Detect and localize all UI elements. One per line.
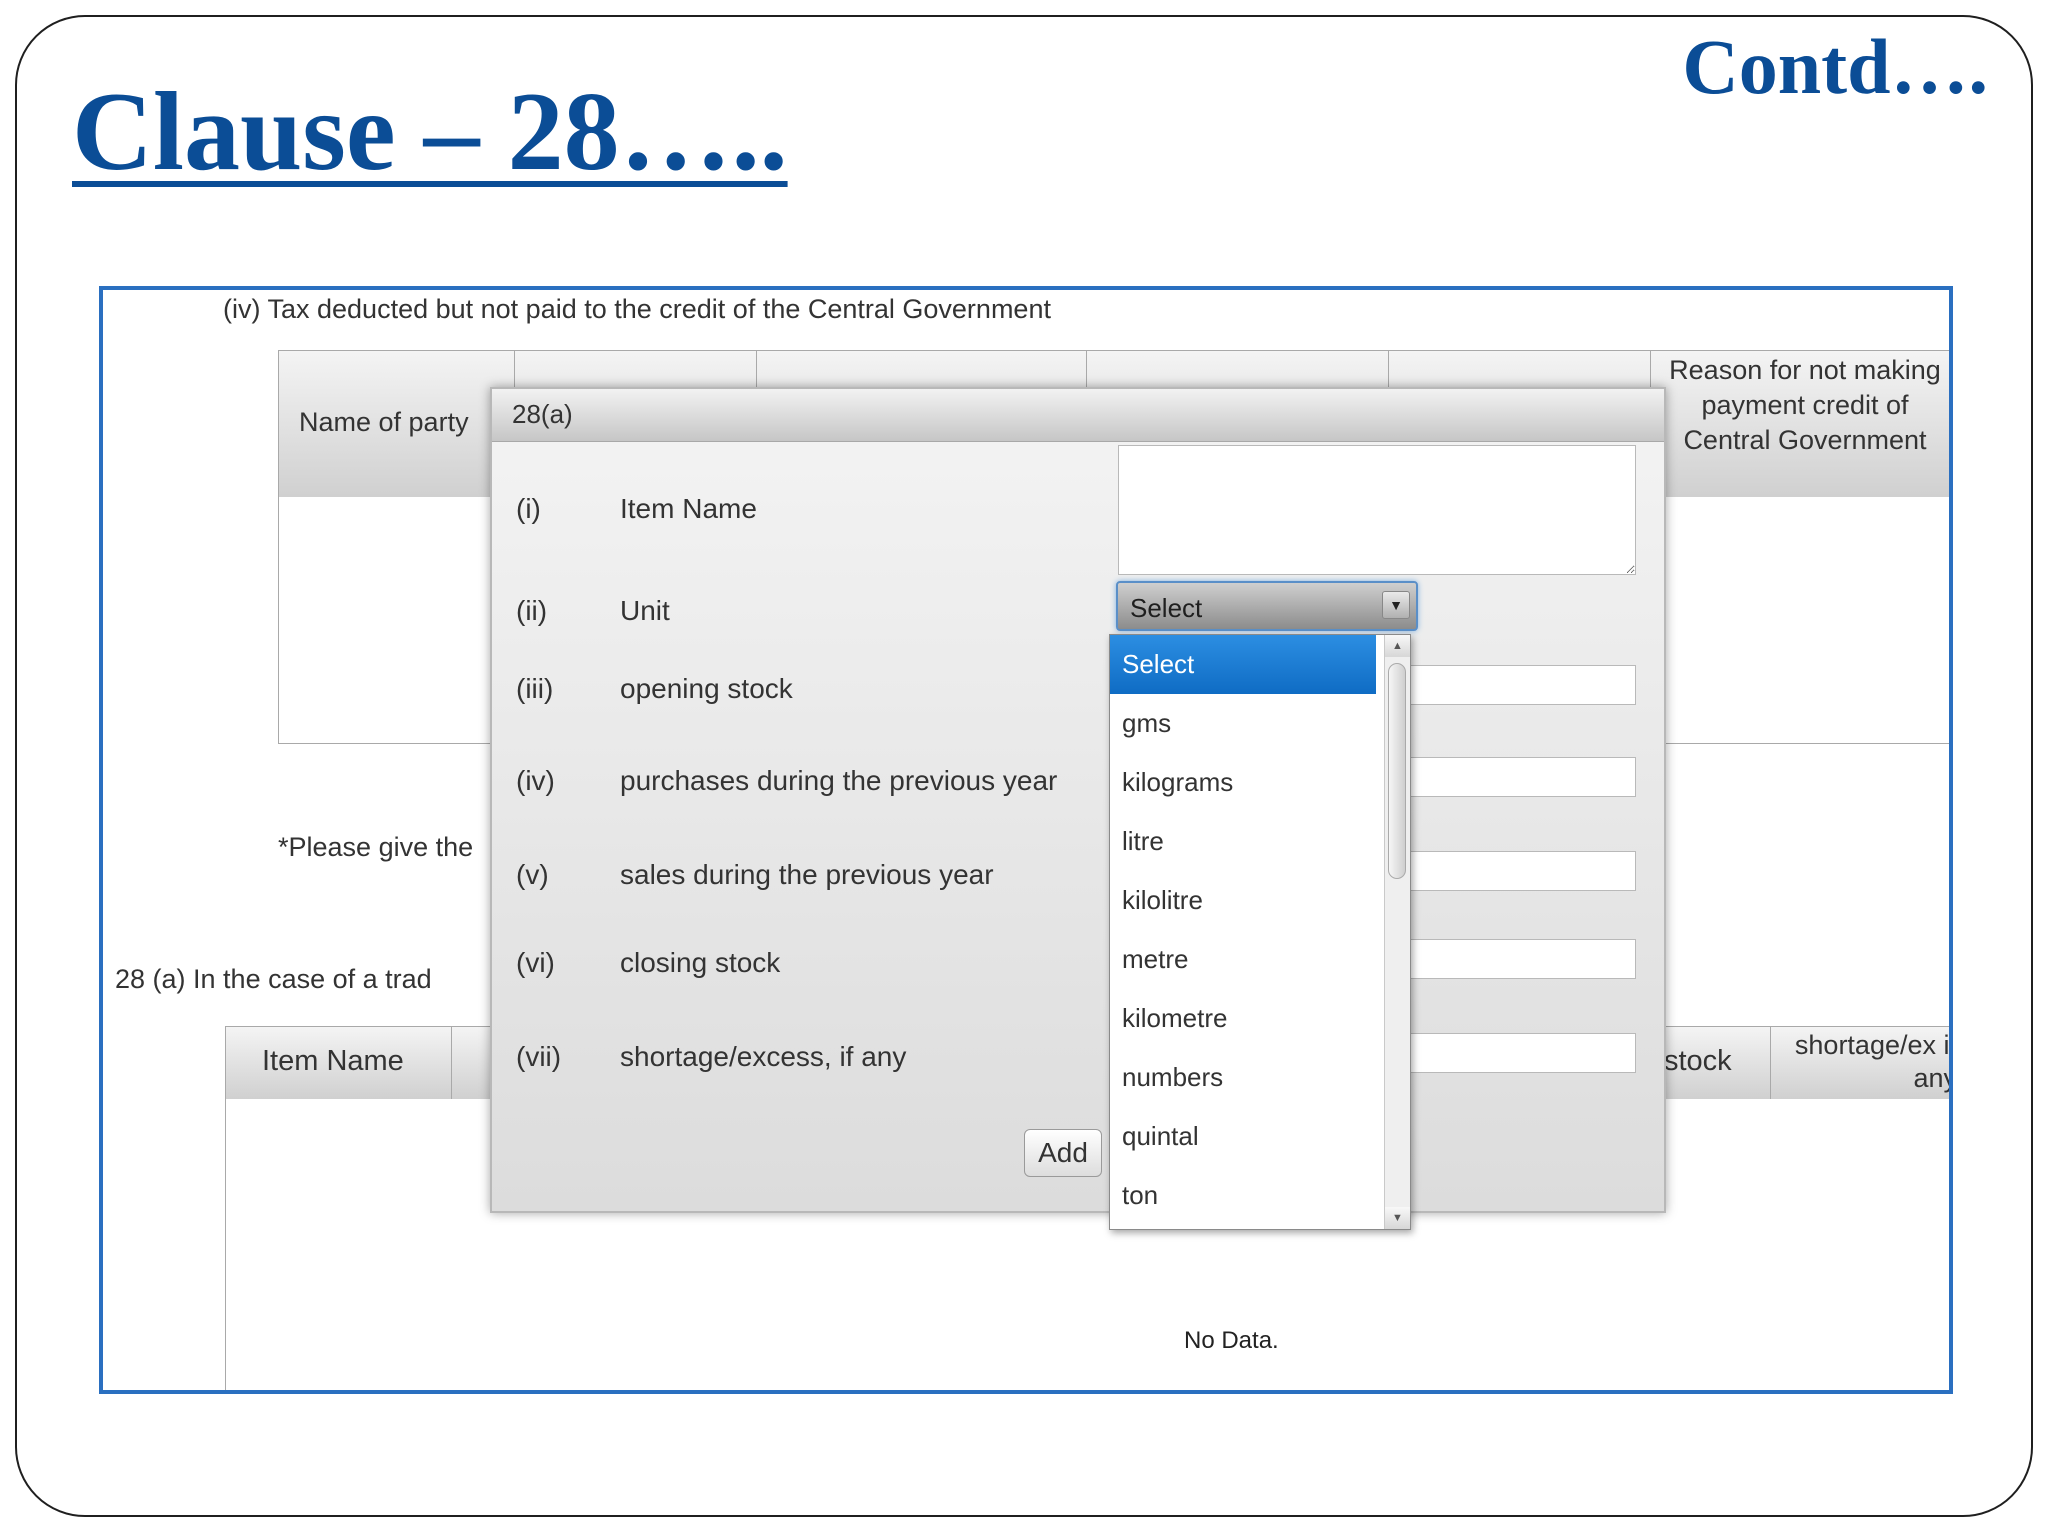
unit-dropdown-list: Select gms kilograms litre kilolitre met… (1109, 634, 1411, 1230)
column-header-reason[interactable]: Reason for not making payment credit of … (1651, 351, 1949, 497)
unit-option-kilograms[interactable]: kilograms (1110, 753, 1376, 812)
column-header-label: Item Name (262, 1045, 404, 1077)
column-header-label: Name of party (299, 407, 469, 437)
unit-option-ton[interactable]: ton (1110, 1166, 1376, 1225)
column-header-stock[interactable]: stock (1664, 1027, 1771, 1099)
unit-select-value: Select (1130, 593, 1203, 623)
scroll-up-icon[interactable]: ▲ (1385, 635, 1410, 657)
row-number: (v) (516, 859, 549, 890)
item-name-input[interactable] (1118, 445, 1636, 575)
unit-select[interactable]: Select ▼ (1116, 581, 1418, 631)
unit-option-litre[interactable]: litre (1110, 812, 1376, 871)
opening-stock-label: opening stock (620, 673, 793, 704)
chevron-down-icon[interactable]: ▼ (1382, 591, 1410, 619)
row-number: (iv) (516, 765, 555, 796)
scroll-down-icon[interactable]: ▼ (1385, 1207, 1410, 1229)
unit-option-metre[interactable]: metre (1110, 930, 1376, 989)
scrollbar-thumb[interactable] (1388, 663, 1406, 879)
form-screenshot: (iv) Tax deducted but not paid to the cr… (99, 286, 1953, 1394)
column-header-name-of-party[interactable]: Name of party (279, 351, 515, 497)
add-button[interactable]: Add (1024, 1129, 1102, 1177)
row-number: (vii) (516, 1041, 562, 1072)
note-text: *Please give the (278, 832, 474, 862)
sales-label: sales during the previous year (620, 859, 994, 890)
unit-option-quintal[interactable]: quintal (1110, 1107, 1376, 1166)
item-name-label: Item Name (620, 493, 757, 524)
contd-label: Contd…. (1682, 23, 1988, 110)
unit-option-gms[interactable]: gms (1110, 694, 1376, 753)
row-number: (vi) (516, 947, 555, 978)
row-number: (iii) (516, 673, 554, 704)
dialog-28a: 28(a) (i) Item Name (ii) Unit Select ▼ (… (490, 387, 1666, 1213)
column-header-label: Reason for not making payment credit of … (1669, 355, 1941, 455)
unit-options: Select gms kilograms litre kilolitre met… (1110, 635, 1376, 1229)
column-header-label: stock (1664, 1045, 1732, 1077)
unit-option-numbers[interactable]: numbers (1110, 1048, 1376, 1107)
slide-title: Clause – 28….. (72, 70, 788, 194)
row-number: (i) (516, 493, 541, 524)
dialog-title: 28(a) (512, 399, 573, 429)
closing-stock-label: closing stock (620, 947, 781, 978)
unit-label: Unit (620, 595, 670, 626)
shortage-excess-label: shortage/excess, if any (620, 1041, 907, 1072)
unit-option-kilometre[interactable]: kilometre (1110, 989, 1376, 1048)
unit-option-kilolitre[interactable]: kilolitre (1110, 871, 1376, 930)
column-header-item-name[interactable]: Item Name (226, 1027, 452, 1099)
dialog-header[interactable]: 28(a) (492, 389, 1664, 442)
column-header-shortage[interactable]: shortage/ex if any (1771, 1027, 1953, 1099)
dropdown-scrollbar[interactable]: ▲ ▼ (1384, 635, 1410, 1229)
unit-option-select[interactable]: Select (1110, 635, 1376, 694)
section-iv-heading: (iv) Tax deducted but not paid to the cr… (223, 294, 1051, 324)
no-data-text: No Data. (1184, 1327, 1279, 1354)
column-header-label: shortage/ex if any (1794, 1030, 1953, 1093)
row-number: (ii) (516, 595, 548, 626)
section-28a-text: 28 (a) In the case of a trad (115, 964, 432, 994)
purchases-label: purchases during the previous year (620, 765, 1058, 796)
